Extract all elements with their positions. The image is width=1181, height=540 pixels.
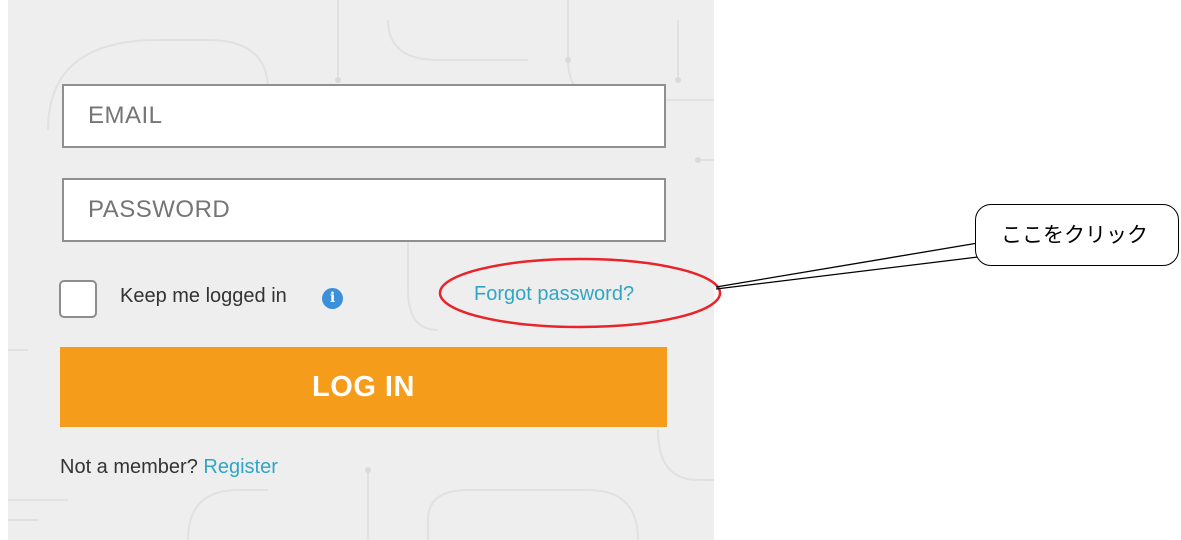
callout-line-lower bbox=[715, 256, 979, 290]
remember-me-checkbox[interactable] bbox=[59, 280, 97, 318]
email-field-wrapper bbox=[62, 84, 666, 148]
remember-me-label: Keep me logged in bbox=[120, 285, 287, 307]
login-panel: Keep me logged in i Forgot password? LOG… bbox=[8, 0, 714, 540]
password-field-wrapper bbox=[62, 178, 666, 242]
login-button[interactable]: LOG IN bbox=[60, 347, 667, 427]
callout-line-upper bbox=[715, 242, 979, 288]
register-link[interactable]: Register bbox=[203, 456, 277, 478]
register-prompt: Not a member? bbox=[60, 456, 198, 478]
callout-text: ここをクリック bbox=[1001, 223, 1148, 247]
password-input[interactable] bbox=[64, 180, 664, 240]
info-icon[interactable]: i bbox=[322, 288, 343, 309]
forgot-password-link[interactable]: Forgot password? bbox=[474, 283, 634, 306]
register-row: Not a member? Register bbox=[60, 456, 278, 479]
email-input[interactable] bbox=[64, 86, 664, 146]
